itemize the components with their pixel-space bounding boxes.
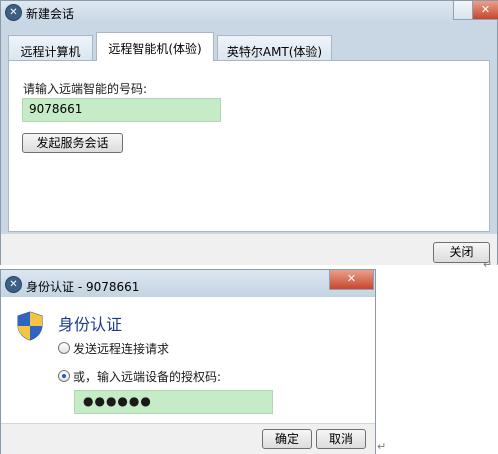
cancel-button[interactable]: 取消 [316, 429, 366, 449]
app-logo-icon: ✕ [5, 276, 22, 293]
phone-number-input[interactable]: 9078661 [22, 98, 221, 122]
close-icon[interactable]: ✕ [329, 270, 374, 290]
dialog-footer: 确定 取消 [1, 423, 375, 454]
close-button[interactable]: 关闭 [433, 242, 490, 263]
app-logo-icon: ✕ [5, 4, 22, 21]
authentication-dialog: ✕ 身份认证 - 9078661 ✕ 身份认证 发送远程连接请求 或，输入远端设… [0, 269, 376, 454]
auth-heading: 身份认证 [58, 315, 123, 334]
tab-remote-computer[interactable]: 远程计算机 [8, 35, 93, 60]
auth-panel: 身份认证 发送远程连接请求 或，输入远端设备的授权码: ●●●●●● [1, 297, 375, 423]
tab-remote-smart-device[interactable]: 远程智能机(体验) [96, 32, 214, 61]
send-request-label[interactable]: 发送远程连接请求 [73, 340, 169, 357]
tab-intel-amt[interactable]: 英特尔AMT(体验) [217, 35, 332, 60]
auth-code-label[interactable]: 或，输入远端设备的授权码: [73, 368, 221, 385]
window-title: 身份认证 - 9078661 [26, 280, 140, 294]
paragraph-mark-icon: ↵ [483, 258, 493, 271]
dialog-footer: 关闭 [1, 233, 497, 265]
paragraph-mark-icon: ↵ [377, 440, 387, 453]
send-request-radio[interactable] [58, 342, 70, 354]
ok-button[interactable]: 确定 [262, 429, 312, 449]
uac-shield-icon [17, 311, 43, 341]
tab-panel: 请输入远端智能的号码: 9078661 发起服务会话 [8, 60, 490, 232]
start-session-button[interactable]: 发起服务会话 [22, 133, 123, 153]
restore-button[interactable] [453, 1, 474, 20]
auth-code-input[interactable]: ●●●●●● [74, 390, 273, 414]
title-bar[interactable]: ✕ 新建会话 ✕ [1, 1, 498, 23]
title-bar[interactable]: ✕ 身份认证 - 9078661 ✕ [1, 270, 375, 297]
window-title: 新建会话 [26, 7, 75, 21]
auth-code-radio[interactable] [58, 370, 70, 382]
new-session-dialog: ✕ 新建会话 ✕ 远程计算机 远程智能机(体验) 英特尔AMT(体验) 请输入远… [0, 0, 498, 265]
phone-prompt-label: 请输入远端智能的号码: [23, 82, 148, 96]
close-icon[interactable]: ✕ [472, 1, 498, 20]
